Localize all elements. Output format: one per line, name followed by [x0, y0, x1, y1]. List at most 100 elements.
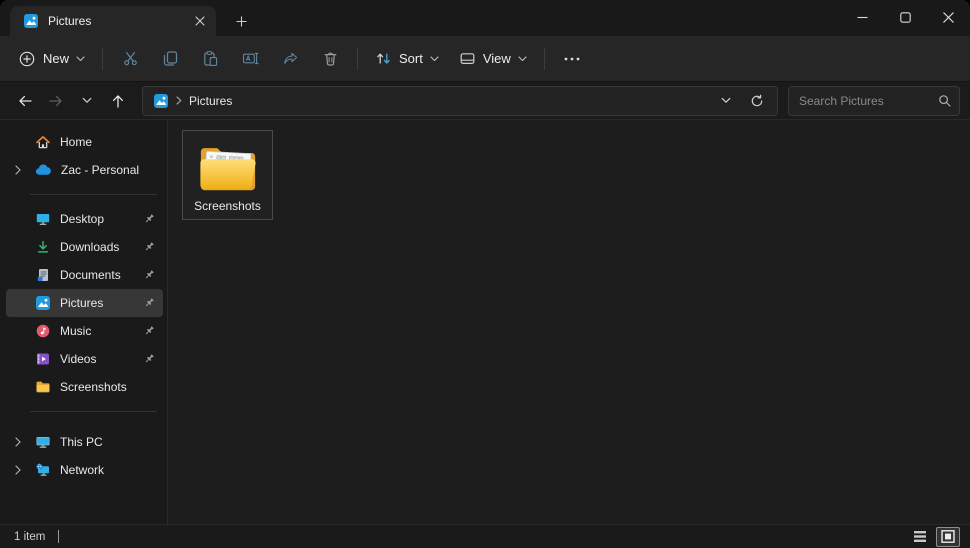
- sort-icon: [375, 50, 392, 67]
- sort-button-label: Sort: [399, 51, 423, 66]
- status-bar: 1 item: [0, 524, 970, 548]
- tab-title: Pictures: [48, 14, 180, 28]
- close-button[interactable]: [927, 0, 970, 35]
- command-toolbar: New: [0, 36, 970, 82]
- computer-icon: [35, 434, 51, 450]
- new-button[interactable]: New: [8, 43, 95, 75]
- body: Home Zac - Personal Desktop: [0, 120, 970, 524]
- chevron-down-icon: [430, 56, 439, 62]
- sidebar-item-desktop[interactable]: Desktop: [6, 205, 163, 233]
- folder-with-screenshot-icon: [197, 140, 259, 194]
- large-icons-view-toggle[interactable]: [936, 527, 960, 547]
- sidebar-item-videos[interactable]: Videos: [6, 345, 163, 373]
- sidebar-item-label: Network: [60, 463, 104, 477]
- arrow-right-icon: [48, 93, 64, 109]
- tab-pictures[interactable]: Pictures: [10, 6, 216, 36]
- maximize-button[interactable]: [884, 0, 927, 35]
- pictures-icon: [35, 295, 51, 311]
- sidebar-item-pictures[interactable]: Pictures: [6, 289, 163, 317]
- sidebar-item-documents[interactable]: Documents: [6, 261, 163, 289]
- sort-button[interactable]: Sort: [365, 43, 449, 74]
- sidebar-item-label: Desktop: [60, 212, 104, 226]
- minimize-button[interactable]: [841, 0, 884, 35]
- expand-chevron-icon[interactable]: [10, 437, 26, 447]
- view-button[interactable]: View: [449, 43, 537, 74]
- onedrive-icon: [35, 164, 52, 176]
- pin-icon: [143, 353, 155, 365]
- item-count: 1 item: [14, 531, 45, 543]
- pin-icon: [143, 325, 155, 337]
- new-plus-circle-icon: [18, 50, 36, 68]
- arrow-up-icon: [110, 93, 126, 109]
- paste-button[interactable]: [190, 42, 230, 76]
- delete-button[interactable]: [310, 42, 350, 76]
- see-more-button[interactable]: [552, 42, 592, 76]
- delete-icon: [322, 50, 339, 67]
- view-toggles: [908, 527, 960, 547]
- address-dropdown-button[interactable]: [714, 89, 738, 113]
- sidebar-divider: [30, 194, 157, 195]
- recent-locations-button[interactable]: [72, 86, 101, 115]
- file-list-area[interactable]: Screenshots: [168, 120, 970, 524]
- sidebar-item-label: Screenshots: [60, 380, 127, 394]
- sidebar-item-home[interactable]: Home: [6, 128, 163, 156]
- expand-chevron-icon[interactable]: [10, 165, 26, 175]
- sidebar-item-label: Zac - Personal: [61, 163, 139, 177]
- expand-chevron-icon[interactable]: [10, 465, 26, 475]
- breadcrumb-chevron-icon: [176, 96, 182, 105]
- share-button[interactable]: [270, 42, 310, 76]
- large-icons-view-icon: [941, 530, 955, 543]
- details-view-toggle[interactable]: [908, 527, 932, 547]
- search-box: [788, 86, 960, 116]
- sidebar-item-label: Downloads: [60, 240, 119, 254]
- chevron-down-icon: [76, 56, 85, 62]
- toolbar-divider: [102, 48, 103, 70]
- rename-button[interactable]: [230, 42, 270, 76]
- window-controls: [841, 0, 970, 35]
- pin-icon: [143, 269, 155, 281]
- sidebar-item-screenshots[interactable]: Screenshots: [6, 373, 163, 401]
- toolbar-divider: [544, 48, 545, 70]
- rename-icon: [242, 50, 259, 67]
- pictures-icon: [23, 13, 39, 29]
- new-tab-button[interactable]: [226, 6, 256, 36]
- up-button[interactable]: [103, 86, 132, 115]
- documents-icon: [35, 267, 51, 283]
- chevron-down-icon: [82, 97, 92, 104]
- sidebar-item-onedrive[interactable]: Zac - Personal: [6, 156, 163, 184]
- folder-tile-screenshots[interactable]: Screenshots: [182, 130, 273, 220]
- file-explorer-window: Pictures New: [0, 0, 970, 548]
- status-divider: [58, 530, 59, 543]
- arrow-left-icon: [17, 93, 33, 109]
- details-view-icon: [913, 530, 927, 543]
- tab-close-icon[interactable]: [189, 10, 211, 32]
- cut-button[interactable]: [110, 42, 150, 76]
- search-icon: [938, 94, 951, 107]
- sidebar-item-music[interactable]: Music: [6, 317, 163, 345]
- sidebar-item-label: Home: [60, 135, 92, 149]
- titlebar: Pictures: [0, 0, 970, 36]
- plus-icon: [236, 16, 247, 27]
- folder-icon: [35, 379, 51, 395]
- sidebar-item-network[interactable]: Network: [6, 456, 163, 484]
- chevron-down-icon: [518, 56, 527, 62]
- pin-icon: [143, 241, 155, 253]
- breadcrumb-pictures[interactable]: Pictures: [189, 94, 232, 108]
- sidebar-item-downloads[interactable]: Downloads: [6, 233, 163, 261]
- back-button[interactable]: [10, 86, 39, 115]
- address-row: Pictures: [0, 82, 970, 120]
- pin-icon: [143, 213, 155, 225]
- sidebar-item-this-pc[interactable]: This PC: [6, 428, 163, 456]
- search-input[interactable]: [788, 86, 960, 116]
- cut-icon: [122, 50, 139, 67]
- more-ellipsis-icon: [563, 56, 581, 62]
- navigation-pane: Home Zac - Personal Desktop: [0, 120, 168, 524]
- forward-button[interactable]: [41, 86, 70, 115]
- view-icon: [459, 50, 476, 67]
- refresh-button[interactable]: [745, 89, 769, 113]
- sidebar-item-label: Videos: [60, 352, 96, 366]
- pictures-icon: [153, 93, 169, 109]
- copy-button[interactable]: [150, 42, 190, 76]
- videos-icon: [35, 351, 51, 367]
- address-bar[interactable]: Pictures: [142, 86, 778, 116]
